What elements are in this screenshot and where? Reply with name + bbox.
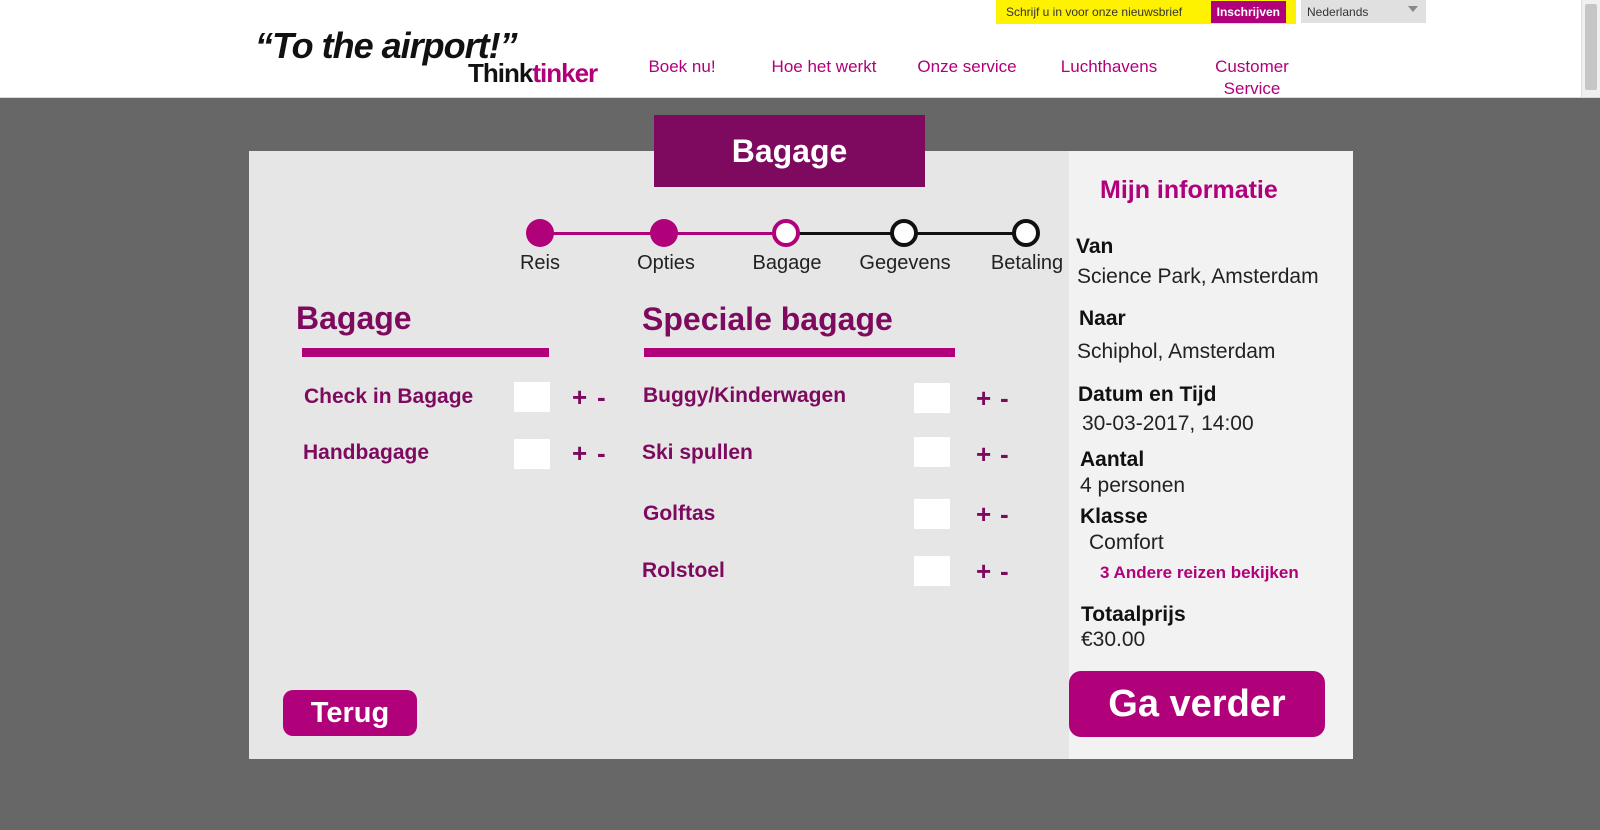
hand-baggage-minus-button[interactable]: - [597,438,606,468]
chevron-down-icon [1408,6,1418,12]
buggy-label: Buggy/Kinderwagen [643,384,847,407]
from-label: Van [1076,235,1114,258]
nav-onze-service[interactable]: Onze service [910,56,1024,78]
logo-brand: Thinktinker [468,58,598,89]
special-baggage-title: Speciale bagage [642,301,893,337]
wheelchair-plus-button[interactable]: + [976,556,991,586]
step-label-opties: Opties [637,252,695,274]
golf-plus-button[interactable]: + [976,499,991,529]
ski-quantity[interactable] [914,437,950,467]
buggy-quantity[interactable] [914,383,950,413]
step-dot-opties[interactable] [650,219,678,247]
nav-hoe-het-werkt[interactable]: Hoe het werkt [762,56,886,78]
nav-customer-service[interactable]: Customer Service [1196,56,1308,100]
page-title: Bagage [654,115,925,187]
newsletter-bar: Schrijf u in voor onze nieuwsbrief Insch… [996,0,1296,24]
datetime-label: Datum en Tijd [1078,383,1217,406]
check-in-baggage-minus-button[interactable]: - [597,382,606,412]
scrollbar-thumb[interactable] [1585,4,1597,90]
ski-minus-button[interactable]: - [1000,439,1009,469]
datetime-value: 30-03-2017, 14:00 [1082,412,1254,435]
check-in-baggage-label: Check in Bagage [304,385,474,408]
scrollbar[interactable] [1581,0,1600,97]
step-label-gegevens: Gegevens [859,252,951,274]
step-dot-gegevens [890,219,918,247]
from-value: Science Park, Amsterdam [1077,265,1319,288]
total-price-label: Totaalprijs [1081,603,1186,626]
step-connector [540,232,664,235]
wheelchair-label: Rolstoel [642,559,725,582]
baggage-title: Bagage [296,300,412,336]
wheelchair-quantity[interactable] [914,556,950,586]
buggy-plus-button[interactable]: + [976,383,991,413]
check-in-baggage-quantity[interactable] [514,382,550,412]
step-dot-betaling [1012,219,1040,247]
nav-luchthavens[interactable]: Luchthavens [1054,56,1164,78]
info-title: Mijn informatie [1100,176,1278,204]
check-in-baggage-plus-button[interactable]: + [572,382,587,412]
subscribe-button[interactable]: Inschrijven [1210,1,1286,23]
baggage-underline [302,348,549,357]
hand-baggage-label: Handbagage [303,441,430,464]
hand-baggage-plus-button[interactable]: + [572,438,587,468]
ski-label: Ski spullen [642,441,753,464]
logo-tinker: tinker [532,58,598,88]
class-value: Comfort [1089,531,1164,554]
logo[interactable]: “To the airport!” Thinktinker [255,25,615,89]
to-value: Schiphol, Amsterdam [1077,340,1276,363]
continue-button[interactable]: Ga verder [1069,671,1325,737]
golf-label: Golftas [643,502,716,525]
logo-think: Think [468,58,533,88]
ski-plus-button[interactable]: + [976,439,991,469]
language-selected: Nederlands [1307,4,1369,19]
language-select[interactable]: Nederlands [1301,0,1426,23]
to-label: Naar [1079,307,1126,330]
class-label: Klasse [1080,505,1148,528]
newsletter-text: Schrijf u in voor onze nieuwsbrief [1006,5,1183,19]
golf-minus-button[interactable]: - [1000,499,1009,529]
step-dot-bagage [772,219,800,247]
step-connector [786,232,904,235]
step-connector [664,232,786,235]
step-connector [904,232,1026,235]
hand-baggage-quantity[interactable] [514,439,550,469]
buggy-minus-button[interactable]: - [1000,383,1009,413]
total-price-value: €30.00 [1081,628,1146,651]
golf-quantity[interactable] [914,499,950,529]
step-label-bagage: Bagage [752,252,822,274]
step-label-betaling: Betaling [990,252,1064,274]
count-label: Aantal [1080,448,1145,471]
wheelchair-minus-button[interactable]: - [1000,556,1009,586]
step-label-reis: Reis [519,252,560,274]
step-dot-reis[interactable] [526,219,554,247]
nav-boek-nu[interactable]: Boek nu! [640,56,724,78]
count-value: 4 personen [1080,474,1186,497]
special-baggage-underline [644,348,955,357]
back-button[interactable]: Terug [283,690,417,736]
other-trips-link[interactable]: 3 Andere reizen bekijken [1100,563,1299,583]
